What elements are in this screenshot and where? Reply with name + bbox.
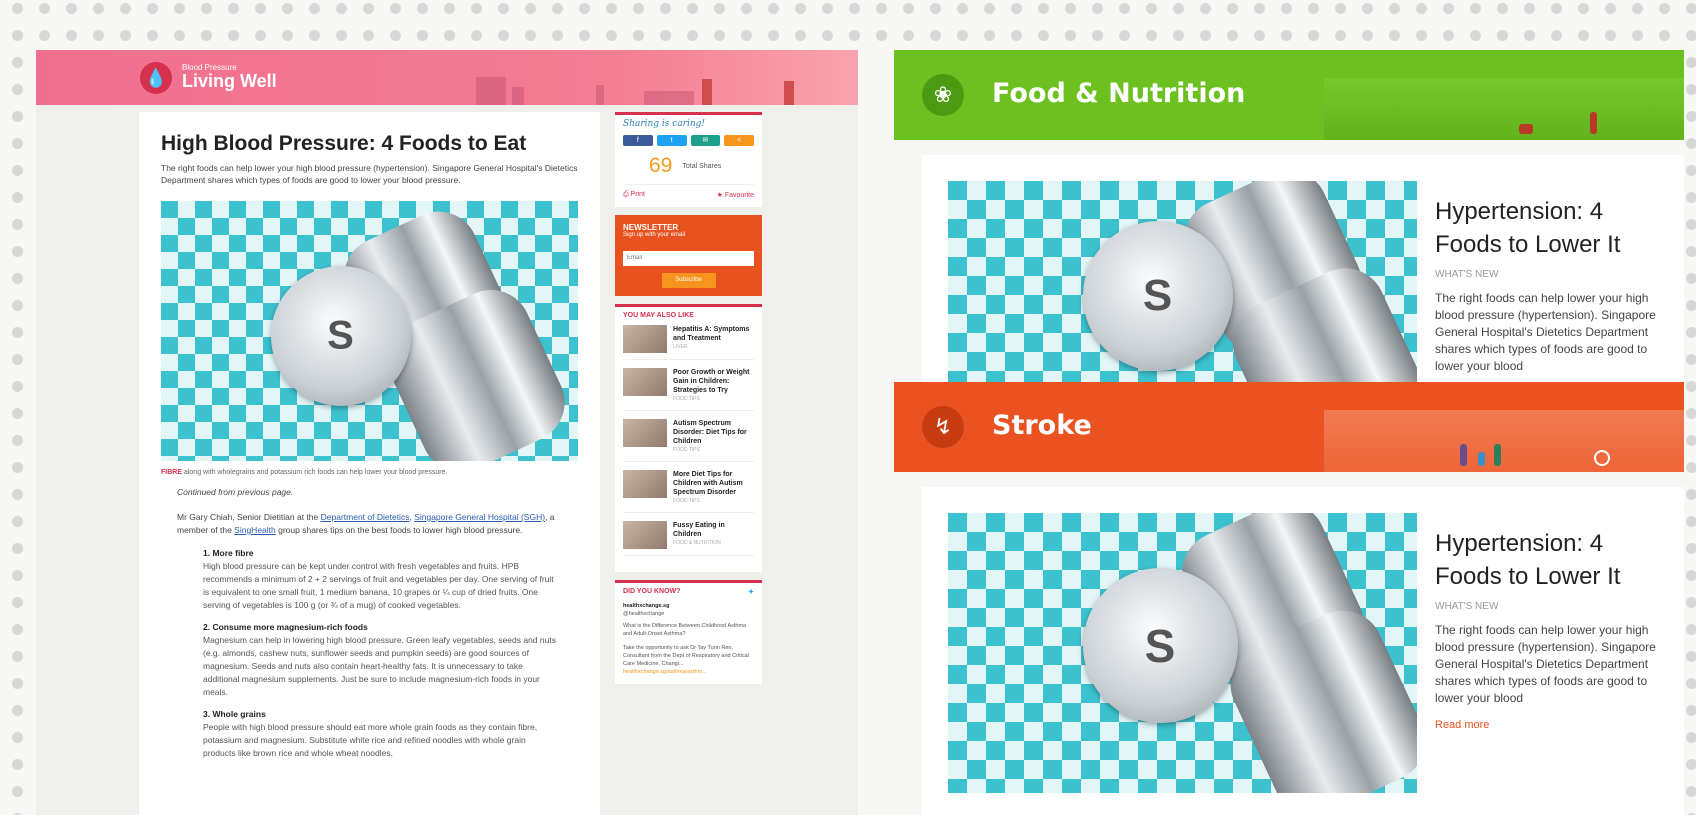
related-thumbnail: [623, 418, 667, 447]
stroke-card: ↯ Stroke S Hypertension: 4 Foods to Lowe…: [894, 382, 1684, 815]
blood-drop-icon[interactable]: 💧: [140, 62, 172, 94]
related-thumbnail: [623, 469, 667, 498]
email-share-button[interactable]: ✉: [690, 135, 721, 146]
read-more-link[interactable]: Read more: [1435, 719, 1660, 731]
family-figure: [1494, 444, 1501, 466]
shaker-cap: S: [271, 266, 411, 406]
person-figure: [784, 81, 794, 105]
family-figure: [1478, 452, 1485, 466]
shaker-cap: S: [1083, 568, 1238, 723]
header-silhouette: [476, 77, 506, 105]
section-title[interactable]: Food & Nutrition: [992, 78, 1245, 109]
did-you-know-heading: DID YOU KNOW? ✦: [615, 579, 762, 596]
share-box: Sharing is caring! f t ✉ < 69 Total Share…: [615, 112, 762, 207]
related-thumbnail: [623, 324, 667, 353]
card-image-salt-shakers[interactable]: S: [948, 181, 1417, 390]
related-article[interactable]: Autism Spectrum Disorder: Diet Tips for …: [623, 418, 754, 462]
living-well-page: 💧 Blood Pressure Living Well High Blood …: [36, 50, 858, 815]
related-article[interactable]: More Diet Tips for Children with Autism …: [623, 469, 754, 513]
singhealth-link[interactable]: SingHealth: [234, 525, 276, 535]
card-title[interactable]: Hypertension: 4 Foods to Lower It: [1435, 527, 1660, 593]
sgh-link[interactable]: Singapore General Hospital (SGH): [414, 512, 545, 522]
card-category: WHAT'S NEW: [1435, 269, 1499, 280]
article-intro: Mr Gary Chiah, Senior Dietitian at the D…: [177, 512, 555, 535]
print-button[interactable]: ⎙ Print: [623, 191, 645, 199]
more-share-button[interactable]: <: [724, 135, 754, 146]
share-heading: Sharing is caring!: [615, 112, 762, 129]
lightning-icon: ↯: [922, 406, 964, 448]
twitter-icon[interactable]: ✦: [748, 588, 754, 596]
related-thumbnail: [623, 367, 667, 396]
article-card[interactable]: S Hypertension: 4 Foods to Lower It WHAT…: [922, 155, 1684, 390]
continued-note: Continued from previous page.: [177, 487, 294, 497]
tip-title: 2. Consume more magnesium-rich foods: [203, 622, 368, 632]
also-like-heading: YOU MAY ALSO LIKE: [615, 303, 762, 319]
article-lead: The right foods can help lower your high…: [161, 163, 578, 185]
person-figure: [702, 79, 712, 105]
header-silhouette: [512, 87, 524, 105]
runner-figure: [1590, 112, 1597, 134]
dog-figure: [1519, 124, 1533, 134]
related-article[interactable]: Fussy Eating in Children FOOD & NUTRITION: [623, 520, 754, 556]
dietetics-link[interactable]: Department of Dietetics: [321, 512, 410, 522]
card-text: Hypertension: 4 Foods to Lower It WHAT'S…: [1435, 527, 1660, 731]
newsletter-heading: NEWSLETTER: [623, 223, 679, 232]
facebook-share-button[interactable]: f: [623, 135, 653, 146]
share-buttons: f t ✉ <: [623, 135, 754, 146]
did-you-know-box: DID YOU KNOW? ✦ healthxchange.sg @healthx…: [615, 579, 762, 684]
tip-title: 1. More fibre: [203, 548, 254, 558]
tip-text: Magnesium can help in lowering high bloo…: [203, 635, 556, 697]
header-silhouette: [596, 85, 604, 105]
article-sidebar: Sharing is caring! f t ✉ < 69 Total Share…: [615, 112, 762, 692]
family-figure: [1460, 444, 1467, 466]
living-well-header: 💧 Blood Pressure Living Well: [36, 50, 858, 105]
card-image-salt-shakers[interactable]: S: [948, 513, 1417, 793]
subscribe-button[interactable]: Subscribe: [661, 272, 716, 288]
food-nutrition-band: ❀ Food & Nutrition: [894, 50, 1684, 140]
related-article[interactable]: Hepatitis A: Symptoms and Treatment LIVER: [623, 324, 754, 360]
card-title[interactable]: Hypertension: 4 Foods to Lower It: [1435, 195, 1660, 261]
print-favourite: ⎙ Print ★ Favourite: [623, 184, 754, 199]
related-article[interactable]: Poor Growth or Weight Gain in Children: …: [623, 367, 754, 411]
skyline-decoration: [1324, 78, 1684, 140]
tip-title: 3. Whole grains: [203, 709, 266, 719]
newsletter-subtitle: Sign up with your email: [623, 232, 686, 238]
article-title: High Blood Pressure: 4 Foods to Eat: [161, 132, 527, 155]
tip-text: High blood pressure can be kept under co…: [203, 561, 554, 610]
tips-list: 1. More fibre High blood pressure can be…: [177, 547, 560, 760]
twitter-share-button[interactable]: t: [656, 135, 687, 146]
article-image-salt-shakers: S: [161, 201, 578, 461]
shaker-cap: S: [1083, 221, 1233, 371]
header-silhouette: [644, 91, 694, 105]
article-card[interactable]: S Hypertension: 4 Foods to Lower It WHAT…: [922, 487, 1684, 815]
tweet-link[interactable]: healthxchange.sg/asthma/asthm...: [623, 668, 754, 676]
skyline-decoration: [1324, 410, 1684, 472]
section-title[interactable]: Stroke: [992, 410, 1092, 441]
card-text: Hypertension: 4 Foods to Lower It WHAT'S…: [1435, 195, 1660, 385]
article: High Blood Pressure: 4 Foods to Eat The …: [139, 112, 600, 815]
tip-text: People with high blood pressure should e…: [203, 722, 538, 758]
newsletter-email-input[interactable]: [623, 250, 754, 266]
card-description: The right foods can help lower your high…: [1435, 623, 1656, 705]
leaf-icon: ❀: [922, 74, 964, 116]
food-nutrition-card: ❀ Food & Nutrition S Hypertension: 4 Foo…: [894, 50, 1684, 390]
stroke-band: ↯ Stroke: [894, 382, 1684, 472]
logo-title[interactable]: Living Well: [182, 71, 277, 92]
card-category: WHAT'S NEW: [1435, 601, 1499, 612]
card-description: The right foods can help lower your high…: [1435, 291, 1656, 373]
share-count: 69 Total Shares: [649, 154, 722, 177]
related-thumbnail: [623, 520, 667, 549]
newsletter-box: NEWSLETTER Sign up with your email Subsc…: [615, 215, 762, 296]
favourite-button[interactable]: ★ Favourite: [717, 191, 754, 199]
cyclist-figure: [1594, 450, 1610, 466]
image-caption: FIBRE along with wholegrains and potassi…: [161, 469, 448, 476]
tweet: healthxchange.sg @healthxchange What is …: [623, 602, 754, 676]
article-body: Continued from previous page. Mr Gary Ch…: [161, 476, 578, 760]
also-like-box: YOU MAY ALSO LIKE Hepatitis A: Symptoms …: [615, 303, 762, 572]
